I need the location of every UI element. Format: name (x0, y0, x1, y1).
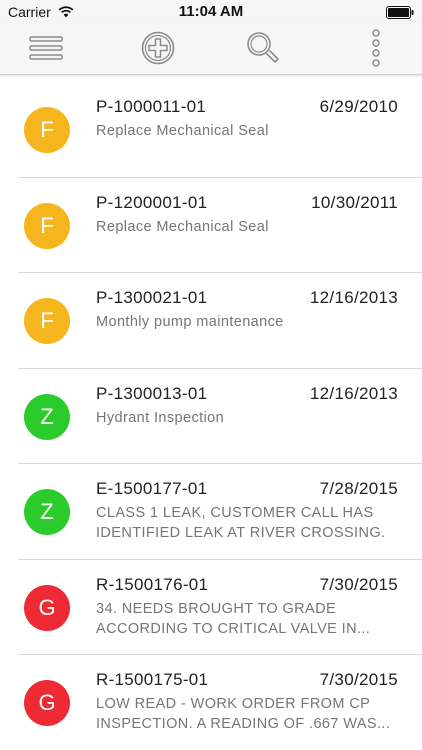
description-line: CLASS 1 LEAK, CUSTOMER CALL HAS (96, 505, 374, 521)
search-icon[interactable] (243, 28, 283, 68)
work-order-description: Monthly pump maintenance (96, 312, 396, 332)
status-avatar: F (24, 202, 70, 249)
description-line: LOW READ - WORK ORDER FROM CP (96, 696, 371, 712)
work-order-date: 12/16/2013 (309, 383, 398, 403)
description-line: Hydrant Inspection (96, 409, 225, 426)
work-order-date: 7/28/2015 (319, 479, 398, 498)
status-bar: Carrier 11:04 AM (0, 0, 422, 24)
status-avatar: F (24, 107, 70, 153)
description-line: IDENTIFIED LEAK AT RIVER CROSSING. (96, 525, 386, 541)
work-order-row[interactable]: G R-1500175-01 7/30/2015 LOW READ - WORK OR… (0, 655, 422, 750)
status-avatar: G (24, 584, 70, 631)
battery-icon (386, 6, 414, 19)
work-order-id: R-1500175-01 (96, 670, 209, 689)
description-line: INSPECTION. A READING OF .667 WAS... (96, 716, 391, 732)
description-line: Replace Mechanical Seal (96, 218, 269, 235)
work-order-id: P-1300021-01 (96, 288, 208, 307)
description-line: Monthly pump maintenance (96, 314, 284, 330)
work-order-list: F P-1000011-01 6/29/2010 Replace Mechanical… (0, 82, 422, 750)
work-order-id: P-1200001-01 (96, 192, 208, 212)
work-order-description: Hydrant Inspection (96, 408, 396, 428)
work-order-row[interactable]: Z E-1500177-01 7/28/2015 CLASS 1 LEAK, CUST… (0, 464, 422, 560)
description-line: 34. NEEDS BROUGHT TO GRADE (96, 600, 337, 617)
work-order-description: CLASS 1 LEAK, CUSTOMER CALL HAS IDENTIFIE… (96, 503, 396, 543)
work-order-id: P-1300013-01 (96, 383, 208, 403)
status-time: 11:04 AM (178, 3, 244, 20)
work-order-date: 12/16/2013 (309, 288, 398, 307)
hamburger-icon[interactable] (26, 28, 66, 68)
description-line: Replace Mechanical Seal (96, 123, 269, 139)
work-order-row[interactable]: G R-1500176-01 7/30/2015 34. NEEDS BROUGHT … (0, 560, 422, 655)
more-vertical-icon[interactable] (356, 28, 396, 68)
status-avatar: Z (24, 393, 70, 440)
work-order-id: P-1000011-01 (96, 97, 207, 116)
work-order-date: 7/30/2015 (319, 670, 398, 689)
work-order-id: R-1500176-01 (96, 574, 209, 594)
description-line: ACCORDING TO CRITICAL VALVE IN... (96, 620, 371, 637)
work-order-description: 34. NEEDS BROUGHT TO GRADE ACCORDING TO C… (96, 599, 396, 639)
work-order-date: 6/29/2010 (319, 97, 398, 116)
add-circle-icon[interactable] (138, 28, 178, 68)
work-order-row[interactable]: F P-1300021-01 12/16/2013 Monthly pump main… (0, 273, 422, 369)
work-order-row[interactable]: F P-1200001-01 10/30/2011 Replace Mechanica… (0, 178, 422, 273)
status-avatar: F (24, 298, 70, 344)
work-order-description: Replace Mechanical Seal (96, 217, 396, 237)
work-order-date: 7/30/2015 (319, 574, 398, 594)
toolbar (0, 24, 422, 75)
status-avatar: Z (24, 489, 70, 535)
status-avatar: G (24, 680, 70, 726)
work-order-description: LOW READ - WORK ORDER FROM CP INSPECTION.… (96, 694, 396, 734)
work-order-row[interactable]: F P-1000011-01 6/29/2010 Replace Mechanical… (0, 82, 422, 178)
work-order-id: E-1500177-01 (96, 479, 208, 498)
work-order-date: 10/30/2011 (311, 192, 398, 212)
work-order-description: Replace Mechanical Seal (96, 121, 396, 141)
work-order-row[interactable]: Z P-1300013-01 12/16/2013 Hydrant Inspectio… (0, 369, 422, 464)
